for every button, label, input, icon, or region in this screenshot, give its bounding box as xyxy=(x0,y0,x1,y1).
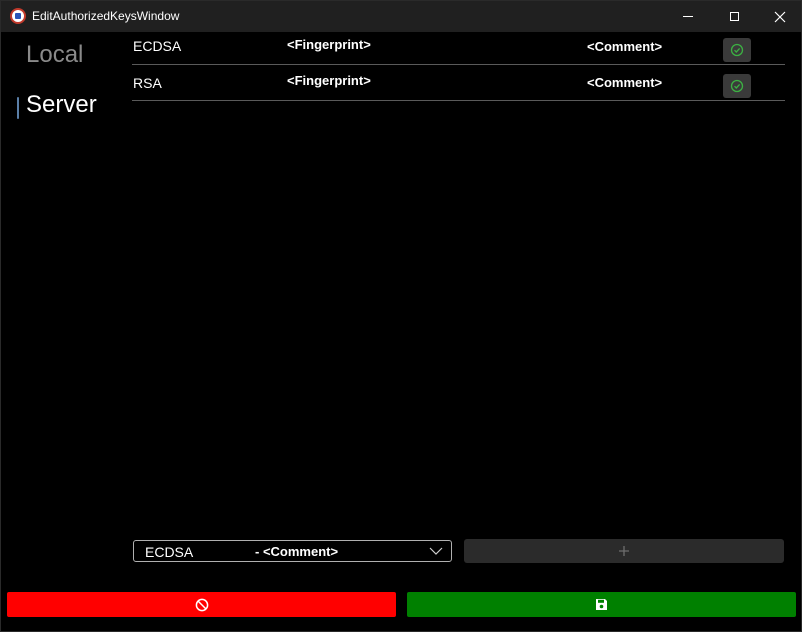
check-circle-icon xyxy=(730,43,744,57)
nav-selection-indicator xyxy=(17,97,19,119)
key-authorized-toggle[interactable] xyxy=(723,74,751,98)
key-select-dropdown[interactable]: ECDSA - <Comment> xyxy=(133,540,452,562)
key-comment: <Comment> xyxy=(587,75,663,90)
key-authorized-toggle[interactable] xyxy=(723,38,751,62)
window-title: EditAuthorizedKeysWindow xyxy=(32,9,180,23)
save-button[interactable] xyxy=(407,592,796,617)
maximize-icon xyxy=(729,12,739,21)
chevron-down-icon xyxy=(429,547,443,555)
prohibited-icon xyxy=(195,598,208,611)
add-key-button[interactable] xyxy=(464,539,784,563)
key-fingerprint: <Fingerprint> xyxy=(287,37,371,52)
dropdown-selected-comment: - <Comment> xyxy=(255,544,339,559)
check-circle-icon xyxy=(730,79,744,93)
key-type: ECDSA xyxy=(133,38,182,54)
plus-icon xyxy=(619,546,629,556)
nav-item-server[interactable]: Server xyxy=(26,91,97,119)
app-icon xyxy=(10,8,26,24)
key-fingerprint: <Fingerprint> xyxy=(287,73,371,88)
close-icon xyxy=(774,11,786,22)
minimize-icon xyxy=(683,16,693,17)
key-type: RSA xyxy=(133,75,162,91)
key-row: ECDSA <Fingerprint> <Comment> xyxy=(132,28,785,65)
nav-item-local[interactable]: Local xyxy=(26,41,83,69)
app-window: EditAuthorizedKeysWindow Local Server EC… xyxy=(0,0,802,632)
key-row: RSA <Fingerprint> <Comment> xyxy=(132,64,785,101)
key-comment: <Comment> xyxy=(587,39,663,54)
save-icon xyxy=(596,599,607,610)
dropdown-selected-type: ECDSA xyxy=(145,544,194,560)
cancel-button[interactable] xyxy=(7,592,396,617)
